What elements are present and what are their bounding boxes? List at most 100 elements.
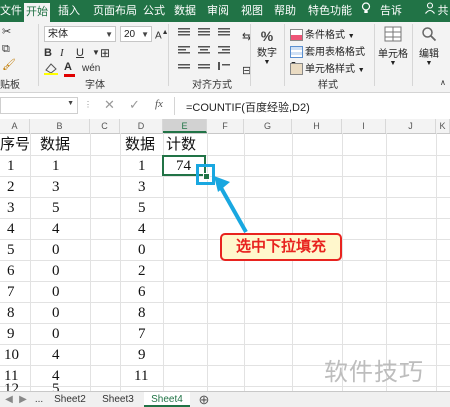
column-header-c[interactable]: C bbox=[90, 119, 120, 133]
italic-button[interactable]: I bbox=[60, 46, 64, 60]
cell-styles-button[interactable]: 单元格样式 ▼ bbox=[290, 60, 368, 76]
cell-a[interactable]: 6 bbox=[7, 261, 15, 281]
column-header-a[interactable]: A bbox=[0, 119, 30, 133]
font-size-combo[interactable]: 20 ▼ bbox=[120, 26, 152, 42]
menu-home[interactable]: 开始 bbox=[24, 3, 50, 22]
cell-a[interactable]: 12 bbox=[4, 379, 19, 391]
tab-scroll-right-icon[interactable]: ▶ bbox=[18, 392, 28, 407]
collapse-ribbon-icon[interactable]: ∧ bbox=[440, 76, 446, 90]
font-color-icon[interactable]: A bbox=[64, 60, 75, 77]
menu-review[interactable]: 审阅 bbox=[205, 0, 231, 22]
borders-icon[interactable]: ⊞ bbox=[100, 46, 110, 60]
column-header-e[interactable]: E bbox=[163, 119, 207, 133]
cell-b[interactable]: 0 bbox=[52, 261, 60, 281]
cell-b[interactable]: 4 bbox=[52, 345, 60, 365]
conditional-format-button[interactable]: 条件格式 ▼ bbox=[290, 26, 368, 42]
menu-special[interactable]: 特色功能 bbox=[305, 0, 355, 22]
column-header-j[interactable]: J bbox=[386, 119, 436, 133]
cell-d[interactable]: 2 bbox=[138, 261, 146, 281]
cell-a[interactable]: 9 bbox=[7, 324, 15, 344]
add-sheet-icon[interactable]: ⊕ bbox=[198, 392, 210, 407]
cell-d[interactable]: 0 bbox=[138, 240, 146, 260]
cell-d[interactable]: 11 bbox=[134, 366, 148, 386]
copy-icon[interactable]: ⧉ bbox=[2, 42, 10, 56]
tab-sheet4[interactable]: Sheet4 bbox=[144, 392, 190, 407]
cell-d[interactable]: 1 bbox=[138, 156, 146, 176]
format-as-table-button[interactable]: 套用表格格式 ▼ bbox=[290, 43, 370, 68]
menu-view[interactable]: 视图 bbox=[239, 0, 265, 22]
font-name-combo[interactable]: 宋体 ▼ bbox=[44, 26, 116, 42]
column-header-d[interactable]: D bbox=[120, 119, 163, 133]
cell-d[interactable]: 9 bbox=[138, 345, 146, 365]
enter-icon[interactable]: ✓ bbox=[129, 97, 140, 113]
cell-b[interactable]: 4 bbox=[52, 219, 60, 239]
cell-b[interactable]: 3 bbox=[52, 177, 60, 197]
cell-d[interactable]: 7 bbox=[138, 324, 146, 344]
cell-a[interactable]: 1 bbox=[7, 156, 15, 176]
cell-a[interactable]: 10 bbox=[4, 345, 19, 365]
bold-button[interactable]: B bbox=[44, 46, 52, 60]
cell-e2-value: 74 bbox=[176, 158, 191, 174]
resize-dots-icon[interactable]: ⋮ bbox=[84, 100, 92, 109]
cell-styles-icon bbox=[290, 63, 303, 76]
cell-d[interactable]: 4 bbox=[138, 219, 146, 239]
cell-a[interactable]: 2 bbox=[7, 177, 15, 197]
cell-b[interactable]: 0 bbox=[52, 240, 60, 260]
fill-color-icon[interactable] bbox=[44, 62, 62, 79]
editing-button[interactable]: 编辑 ▼ bbox=[416, 26, 442, 67]
cell-b[interactable]: 1 bbox=[52, 156, 60, 176]
cell-d[interactable]: 3 bbox=[138, 177, 146, 197]
tab-sheet2[interactable]: Sheet2 bbox=[50, 392, 90, 407]
column-header-b[interactable]: B bbox=[30, 119, 90, 133]
name-box[interactable]: ▼ bbox=[0, 97, 78, 114]
insert-function-icon[interactable]: fx bbox=[155, 98, 163, 110]
cell-d[interactable]: 5 bbox=[138, 198, 146, 218]
cut-icon[interactable]: ✂ bbox=[2, 25, 11, 39]
cell-d[interactable]: 6 bbox=[138, 282, 146, 302]
menu-insert[interactable]: 插入 bbox=[56, 0, 82, 22]
column-header-k[interactable]: K bbox=[436, 119, 450, 133]
grow-font-icon[interactable]: A▲ bbox=[155, 26, 169, 43]
menu-data[interactable]: 数据 bbox=[172, 0, 198, 22]
column-header-g[interactable]: G bbox=[244, 119, 292, 133]
tab-sheet3[interactable]: Sheet3 bbox=[96, 392, 140, 407]
cell-a[interactable]: 3 bbox=[7, 198, 15, 218]
cell-d[interactable]: 8 bbox=[138, 303, 146, 323]
cell-b[interactable]: 5 bbox=[52, 198, 60, 218]
header-cell-b[interactable]: 数据 bbox=[40, 135, 88, 155]
column-header-i[interactable]: I bbox=[342, 119, 386, 133]
header-cell-e[interactable]: 计数 bbox=[166, 135, 206, 155]
wen-phonetic-icon[interactable]: wén bbox=[82, 62, 100, 76]
menu-page-layout[interactable]: 页面布局 bbox=[89, 0, 141, 22]
menu-file[interactable]: 文件 bbox=[0, 0, 22, 22]
cell-a[interactable]: 7 bbox=[7, 282, 15, 302]
cell-a[interactable]: 5 bbox=[7, 240, 15, 260]
number-format-button[interactable]: % 数字 ▼ bbox=[254, 28, 280, 66]
ribbon: ✂ ⧉ 🖌 贴板 宋体 ▼ 20 ▼ A▲ B I U ▼ ⊞ A wén 字体 ⇆ bbox=[0, 22, 450, 93]
tab-scroll-left-icon[interactable]: ◀ bbox=[4, 392, 14, 407]
formula-input[interactable]: =COUNTIF(百度经验,D2) bbox=[186, 99, 310, 115]
column-header-h[interactable]: H bbox=[292, 119, 342, 133]
format-painter-icon[interactable]: 🖌 bbox=[2, 58, 16, 72]
menu-help[interactable]: 帮助 bbox=[272, 0, 298, 22]
cell-b[interactable]: 0 bbox=[52, 282, 60, 302]
tab-ellipsis[interactable]: ... bbox=[32, 392, 46, 407]
cell-b[interactable]: 5 bbox=[52, 379, 60, 391]
column-header-f[interactable]: F bbox=[207, 119, 244, 133]
menu-formulas[interactable]: 公式 bbox=[142, 0, 166, 22]
underline-button[interactable]: U bbox=[76, 46, 84, 60]
cancel-icon[interactable]: ✕ bbox=[104, 97, 115, 113]
conditional-format-label: 条件格式 bbox=[305, 30, 345, 41]
cell-b[interactable]: 0 bbox=[52, 303, 60, 323]
header-cell-d[interactable]: 数据 bbox=[125, 135, 161, 155]
share-button[interactable]: 共 bbox=[437, 0, 449, 22]
top-align-icon[interactable] bbox=[176, 26, 236, 75]
cells-button[interactable]: 单元格 ▼ bbox=[378, 26, 408, 67]
cell-a[interactable]: 4 bbox=[7, 219, 15, 239]
cell-b[interactable]: 0 bbox=[52, 324, 60, 344]
tell-me-search[interactable]: 告诉我 bbox=[375, 0, 407, 39]
header-cell-a[interactable]: 序号 bbox=[0, 135, 30, 155]
font-name-value: 宋体 bbox=[48, 29, 68, 40]
cell-a[interactable]: 8 bbox=[7, 303, 15, 323]
dropdown-arrow-icon[interactable]: ▼ bbox=[92, 46, 100, 60]
